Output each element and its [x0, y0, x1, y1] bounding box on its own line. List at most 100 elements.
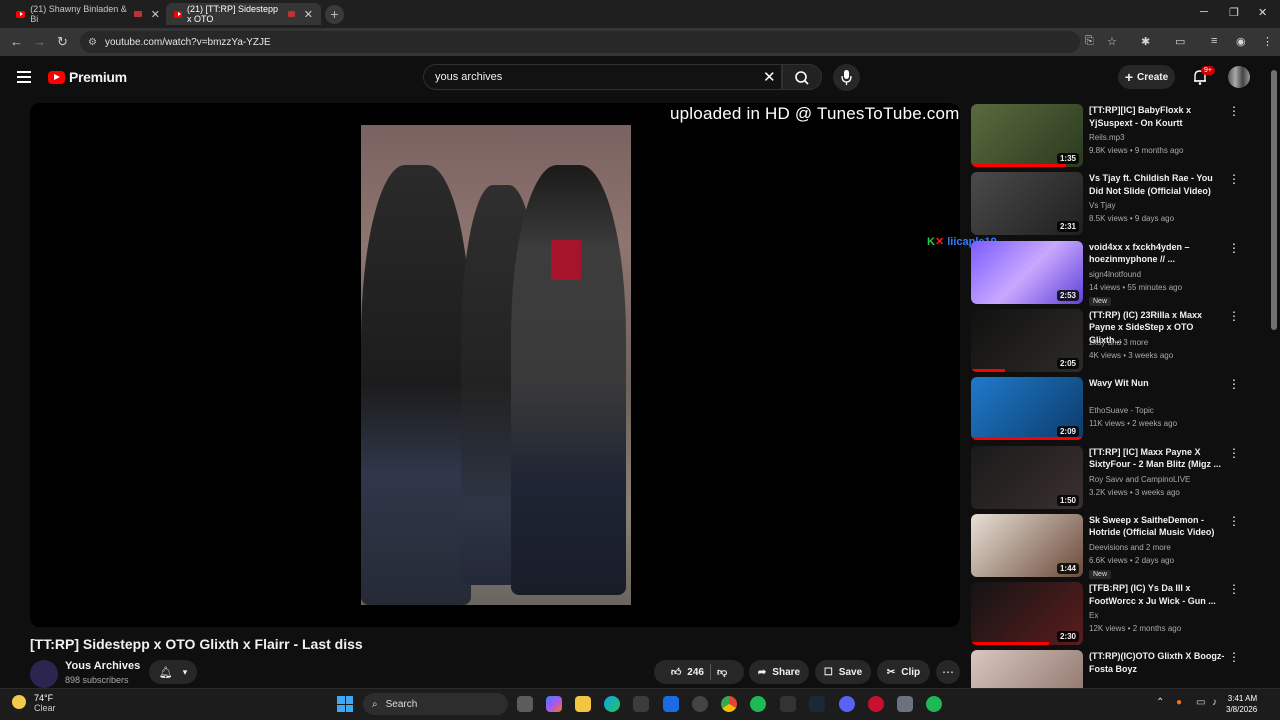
recommended-channel[interactable]: Ex	[1089, 611, 1098, 620]
recommended-video-title[interactable]: Wavy Wit Nun	[1089, 377, 1225, 390]
close-window-icon[interactable]: ✕	[1258, 6, 1267, 19]
browser-menu-icon[interactable]: ⋮	[1262, 35, 1273, 48]
search-input[interactable]: yous archives	[423, 64, 782, 90]
more-options-icon[interactable]: ⋮	[1228, 514, 1240, 528]
more-options-icon[interactable]: ⋮	[1228, 650, 1240, 664]
chrome-icon[interactable]	[721, 696, 737, 712]
extensions-icon[interactable]: ✱	[1141, 35, 1150, 48]
recommended-video-title[interactable]: Vs Tjay ft. Childish Rae - You Did Not S…	[1089, 172, 1225, 197]
recommended-video[interactable]: 1:50 [TT:RP] [IC] Maxx Payne X SixtyFour …	[971, 445, 1261, 514]
recommended-channel[interactable]: Deevisions and 2 more	[1089, 543, 1171, 552]
taskbar-search[interactable]: ⌕ Search	[363, 693, 508, 715]
video-frame[interactable]	[361, 125, 631, 605]
media-control-icon[interactable]: ≡	[1211, 35, 1217, 47]
scrollbar-thumb[interactable]	[1271, 70, 1277, 330]
cast-icon[interactable]: ▭	[1175, 35, 1185, 48]
more-options-icon[interactable]: ⋮	[1228, 377, 1240, 391]
recommended-video-title[interactable]: void4xx x fxckh4yden – hoezinmyphone // …	[1089, 241, 1225, 266]
bookmark-star-icon[interactable]: ☆	[1107, 35, 1117, 48]
reload-icon[interactable]: ↻	[57, 34, 68, 50]
settings-app-icon[interactable]	[692, 696, 708, 712]
more-actions-button[interactable]: ⋯	[936, 660, 960, 684]
new-tab-button[interactable]: +	[325, 5, 344, 24]
file-explorer-icon[interactable]	[575, 696, 591, 712]
search-button[interactable]	[782, 64, 822, 90]
more-options-icon[interactable]: ⋮	[1228, 309, 1240, 323]
outlook-icon[interactable]	[663, 696, 679, 712]
back-icon[interactable]: ←	[10, 34, 23, 49]
discord-icon[interactable]	[839, 696, 855, 712]
menu-hamburger-icon[interactable]	[17, 71, 31, 86]
recommended-video[interactable]: 1:35 [TT:RP][IC] BabyFloxk x YjSuspext - …	[971, 104, 1261, 172]
maximize-icon[interactable]: ❐	[1229, 6, 1239, 19]
video-thumbnail[interactable]: 2:31	[971, 172, 1083, 236]
recommended-video[interactable]: 2:05 (TT:RP) (IC) 23Rilla x Maxx Payne x …	[971, 308, 1261, 377]
recommended-channel[interactable]: zkay and 3 more	[1089, 338, 1148, 347]
recommended-video-title[interactable]: [TFB:RP] (IC) Ys Da III x FootWorcc x Ju…	[1089, 582, 1225, 607]
page-scrollbar[interactable]	[1271, 60, 1277, 688]
more-options-icon[interactable]: ⋮	[1228, 446, 1240, 460]
video-thumbnail[interactable]: 1:50	[971, 445, 1083, 509]
site-info-icon[interactable]: ⚙	[88, 37, 97, 48]
microsoft-store-icon[interactable]	[633, 696, 649, 712]
recommended-video[interactable]: 2:09 Wavy Wit Nun EthoSuave - Topic 11K vie…	[971, 377, 1261, 445]
video-thumbnail[interactable]: 2:05	[971, 308, 1083, 372]
recommended-video-title[interactable]: Sk Sweep x SaitheDemon - Hotride (Offici…	[1089, 514, 1225, 539]
spotify-icon-2[interactable]	[926, 696, 942, 712]
more-options-icon[interactable]: ⋮	[1228, 582, 1240, 596]
weather-widget[interactable]: 74°F Clear	[12, 693, 56, 713]
clip-button[interactable]: ✂ Clip	[877, 660, 930, 684]
url-field[interactable]: ⚙ youtube.com/watch?v=bmzzYa-YZJE	[80, 31, 1080, 53]
subscription-bell-button[interactable]: 🔔︎ ▾	[149, 660, 197, 684]
video-thumbnail[interactable]: 2:53	[971, 240, 1083, 304]
recommended-video[interactable]: 2:53 void4xx x fxckh4yden – hoezinmyphone…	[971, 240, 1261, 309]
system-clock[interactable]: 3:41 AM 3/8/2026	[1226, 693, 1257, 715]
recommended-video[interactable]: 1:44 Sk Sweep x SaitheDemon - Hotride (Of…	[971, 513, 1261, 582]
more-options-icon[interactable]: ⋮	[1228, 241, 1240, 255]
recommended-video[interactable]: 2:31 Vs Tjay ft. Childish Rae - You Did N…	[971, 172, 1261, 240]
copilot-icon[interactable]	[546, 696, 562, 712]
windows-start-icon[interactable]	[337, 696, 353, 712]
share-button[interactable]: ➦ Share	[749, 660, 809, 684]
browser-tab-active[interactable]: (21) [TT:RP] Sidestepp x OTO ✕	[166, 3, 321, 25]
spotify-icon[interactable]	[750, 696, 766, 712]
voice-search-button[interactable]	[833, 64, 860, 91]
steam-icon[interactable]	[809, 696, 825, 712]
more-options-icon[interactable]: ⋮	[1228, 104, 1240, 118]
browser-tab[interactable]: (21) Shawny Binladen & Bi ✕	[8, 3, 168, 25]
volume-icon[interactable]: ♪	[1212, 697, 1217, 708]
clear-search-icon[interactable]: ✕	[763, 68, 776, 86]
task-view-icon[interactable]	[517, 696, 533, 712]
dislike-button[interactable]: 👎︎	[717, 666, 727, 678]
profile-icon[interactable]: ◉	[1236, 35, 1246, 48]
account-avatar[interactable]	[1228, 66, 1250, 88]
create-button[interactable]: + Create	[1118, 65, 1175, 89]
recommended-video-title[interactable]: (TT:RP)(IC)OTO Glixth X Boogz-Fosta Boyz	[1089, 650, 1225, 675]
recommended-channel[interactable]: Reils.mp3	[1089, 133, 1125, 142]
opera-icon[interactable]	[868, 696, 884, 712]
recommended-video[interactable]: 2:30 [TFB:RP] (IC) Ys Da III x FootWorcc …	[971, 582, 1261, 650]
xbox-app-icon[interactable]	[780, 696, 796, 712]
network-icon[interactable]: ▭	[1196, 697, 1205, 708]
video-thumbnail[interactable]: 2:09	[971, 377, 1083, 441]
recommended-channel[interactable]: EthoSuave - Topic	[1089, 406, 1154, 415]
channel-name[interactable]: Yous Archives	[65, 660, 140, 672]
edge-browser-icon[interactable]	[604, 696, 620, 712]
settings-gear-icon[interactable]	[897, 696, 913, 712]
recommended-video-title[interactable]: [TT:RP] [IC] Maxx Payne X SixtyFour - 2 …	[1089, 446, 1225, 471]
forward-icon[interactable]: →	[33, 34, 46, 49]
install-app-icon[interactable]: ⎘	[1085, 35, 1094, 48]
close-tab-icon[interactable]: ✕	[304, 8, 313, 21]
close-tab-icon[interactable]: ✕	[151, 8, 160, 21]
channel-avatar[interactable]	[30, 660, 58, 688]
video-thumbnail[interactable]: 1:35	[971, 104, 1083, 167]
video-thumbnail[interactable]: 1:44	[971, 513, 1083, 577]
youtube-premium-logo[interactable]: Premium	[48, 69, 127, 85]
like-button[interactable]: 👍︎ 246	[671, 666, 704, 679]
recommended-channel[interactable]: sign4lnotfound	[1089, 270, 1141, 279]
recommended-channel[interactable]: Roy Savv and CampinoLIVE	[1089, 475, 1190, 484]
video-thumbnail[interactable]: 2:30	[971, 582, 1083, 646]
show-hidden-icons-chevron-icon[interactable]: ⌃	[1156, 697, 1164, 708]
save-button[interactable]: ☐ Save	[815, 660, 871, 684]
more-options-icon[interactable]: ⋮	[1228, 172, 1240, 186]
